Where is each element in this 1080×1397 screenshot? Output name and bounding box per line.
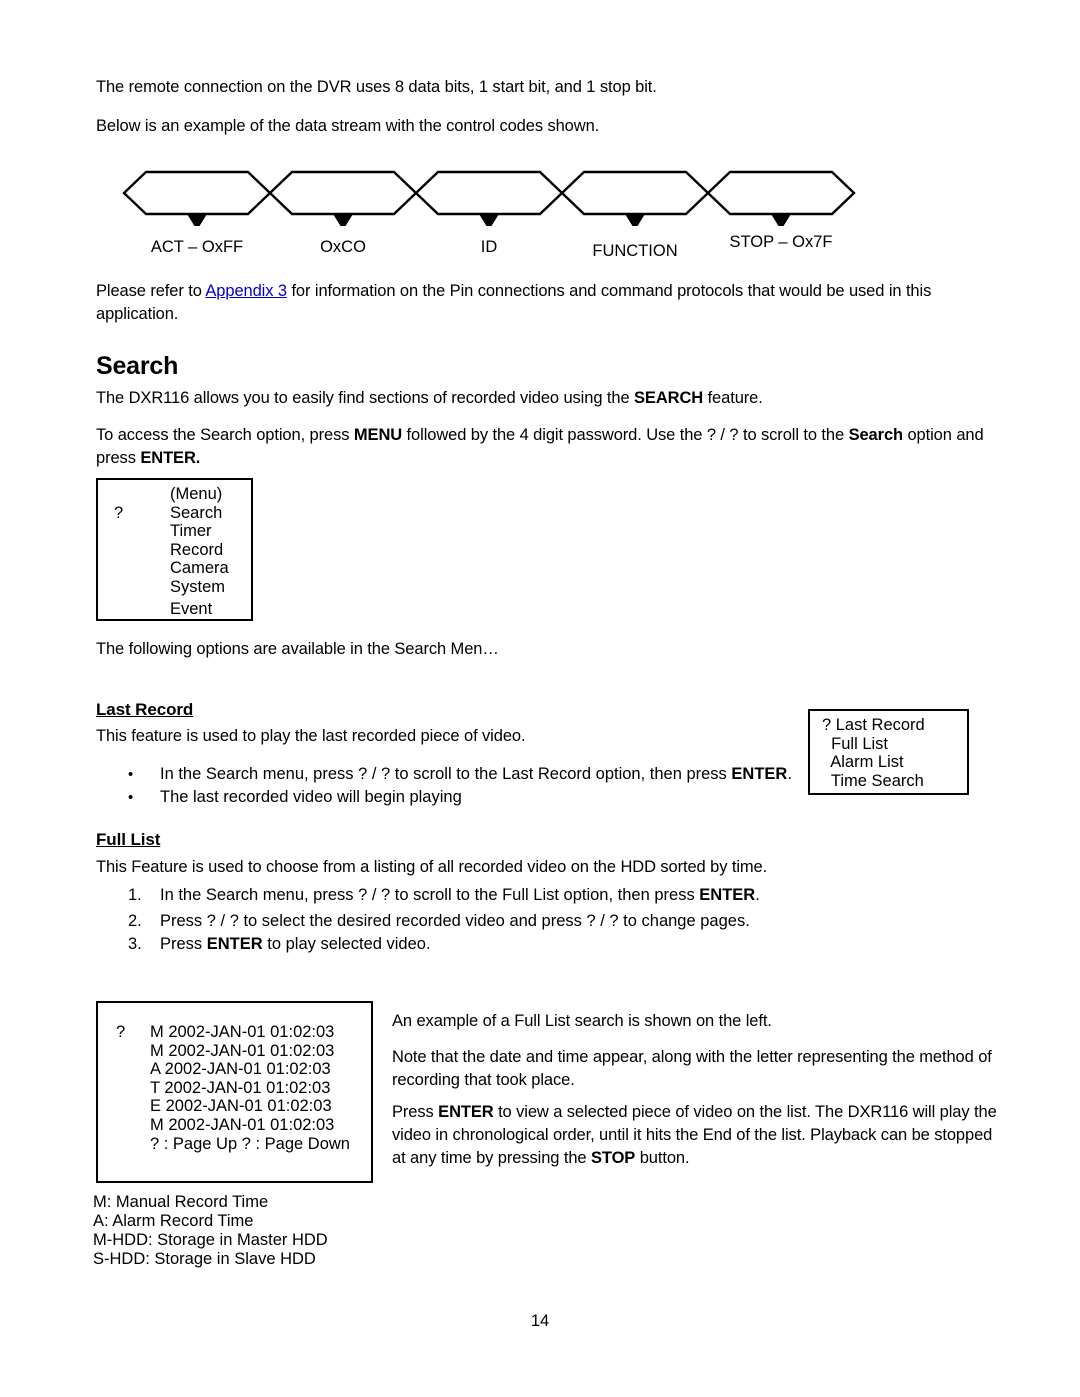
full-list-entries: M 2002-JAN-01 01:02:03 M 2002-JAN-01 01:…: [150, 1023, 350, 1153]
search-options-intro: The following options are available in t…: [96, 640, 499, 658]
note-text-c: to view a selected piece of video on the…: [493, 1103, 997, 1121]
search-keyword: SEARCH: [634, 389, 704, 407]
appendix-paragraph-line2: application.: [96, 305, 179, 323]
main-menu-list: (Menu) Search Timer Record Camera System…: [170, 485, 229, 618]
full-list-entry[interactable]: M 2002-JAN-01 01:02:03: [150, 1023, 350, 1042]
document-page: The remote connection on the DVR uses 8 …: [0, 0, 1080, 1397]
main-menu-item[interactable]: Event: [170, 600, 229, 619]
note-text-a: Press: [392, 1103, 439, 1121]
step-number: 1.: [128, 886, 142, 904]
step-text-c: to play selected video.: [262, 935, 431, 953]
appendix-text-before: Please refer to: [96, 282, 206, 300]
full-list-note-2-line2: recording that took place.: [392, 1071, 575, 1089]
full-list-entry[interactable]: E 2002-JAN-01 01:02:03: [150, 1097, 350, 1116]
full-list-note-3-line3: at any time by pressing the STOP button.: [392, 1147, 690, 1170]
menu-selection-marker: ?: [114, 504, 124, 522]
main-menu-item[interactable]: Camera: [170, 559, 229, 578]
enter-keyword: ENTER: [206, 935, 263, 953]
search-access-paragraph-line2: press ENTER.: [96, 447, 200, 470]
search-submenu-list: ? Last Record Full List Alarm List Time …: [822, 716, 925, 790]
record-legend-line: M: Manual Record Time: [93, 1193, 269, 1211]
appendix-paragraph: Please refer to Appendix 3 for informati…: [96, 280, 986, 303]
menu-keyword: MENU: [353, 426, 403, 444]
stop-keyword: STOP: [590, 1149, 636, 1167]
full-list-paragraph: This Feature is used to choose from a li…: [96, 858, 768, 876]
record-legend-line: S-HDD: Storage in Slave HDD: [93, 1250, 316, 1268]
full-list-note-3-line2: video in chronological order, until it h…: [392, 1126, 993, 1144]
step-text-a: Press: [160, 935, 207, 953]
step-text-c: .: [755, 886, 760, 904]
full-list-note-1: An example of a Full List search is show…: [392, 1012, 772, 1030]
step-number: 3.: [128, 935, 142, 953]
main-menu-item[interactable]: Timer: [170, 522, 229, 541]
bullet-icon: •: [128, 766, 134, 783]
search-keyword-2: Search: [848, 426, 904, 444]
full-list-paging-hint: ? : Page Up ? : Page Down: [150, 1134, 350, 1153]
full-list-heading: Full List: [96, 830, 161, 849]
main-menu-item[interactable]: Record: [170, 541, 229, 560]
enter-keyword: ENTER.: [140, 449, 201, 467]
search-submenu-item[interactable]: ? Last Record: [822, 716, 925, 735]
hexagon-icon: [706, 170, 856, 226]
full-list-entry[interactable]: M 2002-JAN-01 01:02:03: [150, 1116, 350, 1135]
step-number: 2.: [128, 912, 142, 930]
enter-keyword: ENTER: [438, 1103, 494, 1121]
main-menu-item[interactable]: System: [170, 578, 229, 597]
full-list-note-3-line1: Press ENTER to view a selected piece of …: [392, 1101, 997, 1124]
step-text-a: In the Search menu, press ? / ? to scrol…: [160, 886, 700, 904]
main-menu-item[interactable]: (Menu): [170, 485, 229, 504]
enter-keyword: ENTER: [699, 886, 756, 904]
search-access-text-c: followed by the 4 digit password. Use th…: [402, 426, 849, 444]
note-text-d: at any time by pressing the: [392, 1149, 591, 1167]
search-intro-text-a: The DXR116 allows you to easily find sec…: [96, 389, 635, 407]
data-stream-diagram: ACT – OxFF OxCO ID FUNCTION STOP – Ox7F: [0, 0, 1080, 260]
main-menu-screen-box: ? (Menu) Search Timer Record Camera Syst…: [96, 478, 253, 621]
search-submenu-item[interactable]: Alarm List: [822, 753, 925, 772]
data-stream-cell: [414, 168, 564, 226]
note-text-f: button.: [635, 1149, 690, 1167]
data-stream-cell: [268, 168, 418, 226]
hexagon-icon: [560, 170, 710, 226]
search-intro-text-c: feature.: [703, 389, 763, 407]
search-submenu-item[interactable]: Time Search: [822, 772, 925, 791]
full-list-step: In the Search menu, press ? / ? to scrol…: [160, 884, 760, 907]
main-menu-item[interactable]: Search: [170, 504, 229, 523]
last-record-heading: Last Record: [96, 700, 194, 719]
full-list-entry[interactable]: A 2002-JAN-01 01:02:03: [150, 1060, 350, 1079]
data-stream-cell: [706, 168, 856, 226]
bullet-text-a: In the Search menu, press ? / ? to scrol…: [160, 765, 732, 783]
bullet-text-c: .: [787, 765, 792, 783]
data-stream-cell: [122, 168, 272, 226]
search-access-text-a: To access the Search option, press: [96, 426, 354, 444]
page-number: 14: [530, 1312, 550, 1330]
search-submenu-screen-box: ? Last Record Full List Alarm List Time …: [808, 709, 969, 795]
data-stream-cell-label: STOP – Ox7F: [729, 233, 833, 251]
appendix-text-after: for information on the Pin connections a…: [286, 282, 932, 300]
last-record-bullet: In the Search menu, press ? / ? to scrol…: [160, 763, 792, 786]
full-list-selection-marker: ?: [116, 1023, 126, 1041]
hexagon-icon: [414, 170, 564, 226]
record-legend-line: A: Alarm Record Time: [93, 1212, 254, 1230]
last-record-paragraph: This feature is used to play the last re…: [96, 727, 526, 745]
full-list-note-2-line1: Note that the date and time appear, alon…: [392, 1048, 992, 1066]
hexagon-icon: [122, 170, 272, 226]
search-access-text-f: press: [96, 449, 141, 467]
last-record-bullet: The last recorded video will begin playi…: [160, 788, 462, 806]
search-intro-paragraph: The DXR116 allows you to easily find sec…: [96, 387, 986, 410]
appendix-3-link[interactable]: Appendix 3: [205, 282, 287, 300]
search-access-paragraph: To access the Search option, press MENU …: [96, 424, 988, 447]
full-list-step: Press ENTER to play selected video.: [160, 933, 431, 956]
bullet-icon: •: [128, 789, 134, 806]
search-heading: Search: [96, 352, 179, 380]
full-list-entry[interactable]: T 2002-JAN-01 01:02:03: [150, 1079, 350, 1098]
search-access-text-e: option and: [903, 426, 984, 444]
enter-keyword: ENTER: [731, 765, 788, 783]
full-list-entry[interactable]: M 2002-JAN-01 01:02:03: [150, 1042, 350, 1061]
record-legend-line: M-HDD: Storage in Master HDD: [93, 1231, 328, 1249]
data-stream-cell: [560, 168, 710, 226]
full-list-screen-box: ? M 2002-JAN-01 01:02:03 M 2002-JAN-01 0…: [96, 1001, 373, 1183]
search-submenu-item[interactable]: Full List: [822, 735, 925, 754]
full-list-step: Press ? / ? to select the desired record…: [160, 912, 750, 930]
hexagon-icon: [268, 170, 418, 226]
